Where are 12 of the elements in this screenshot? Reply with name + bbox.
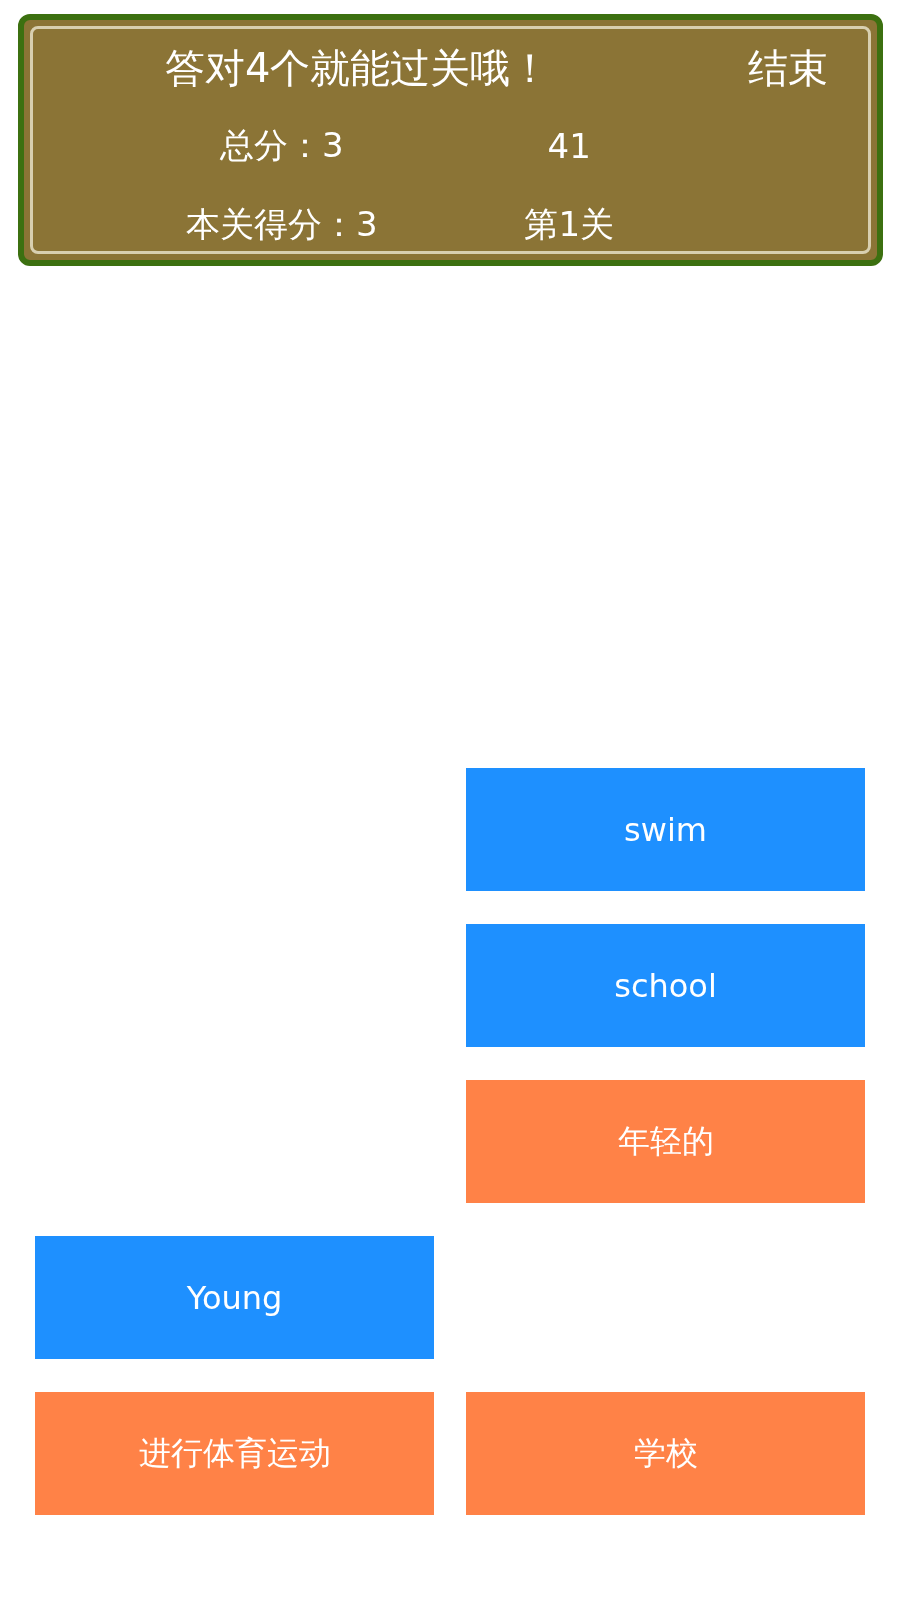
level-score: 本关得分：3 [185,203,378,246]
word-tile[interactable]: swim [466,768,865,891]
word-tile[interactable]: 年轻的 [466,1080,865,1203]
word-tile[interactable]: 进行体育运动 [35,1392,434,1515]
level-label: 第1关 [524,203,615,246]
word-tile[interactable]: Young [35,1236,434,1359]
hint-text: 答对4个就能过关哦！ [165,43,551,93]
end-button[interactable]: 结束 [748,40,828,96]
timer-text: 41 [547,126,591,166]
word-tile[interactable]: 学校 [466,1392,865,1515]
word-tile[interactable]: school [466,924,865,1047]
total-score: 总分：3 [219,124,344,167]
